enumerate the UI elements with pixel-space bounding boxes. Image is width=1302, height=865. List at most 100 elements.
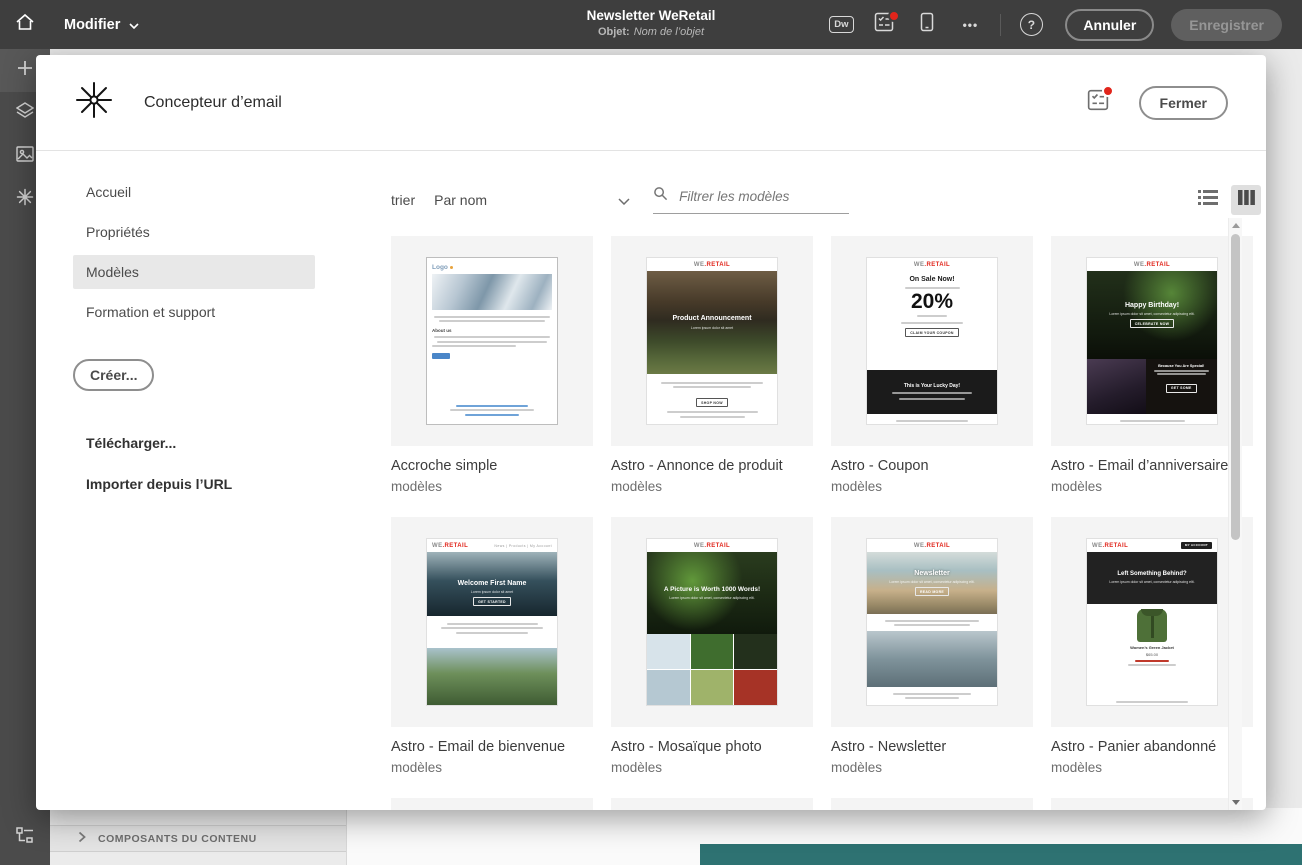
template-thumbnail: WE .RETAIL Product Announcement Lorem ips… xyxy=(611,236,813,446)
create-button[interactable]: Créer... xyxy=(73,359,155,391)
filter-input[interactable] xyxy=(677,187,850,205)
template-name: Astro - Coupon xyxy=(831,458,929,474)
templates-toolbar: trier Par nom xyxy=(391,184,1261,216)
template-name: Astro - Mosaïque photo xyxy=(611,739,762,755)
template-card-mosaique[interactable]: WE .RETAIL A Picture is Worth 1000 Words!… xyxy=(611,517,813,775)
templates-grid: Logo About us Accroche simple modèles WE… xyxy=(391,236,1266,810)
template-card-partial[interactable] xyxy=(1051,798,1253,810)
thumb-photo xyxy=(427,648,557,705)
sidebar-item-formation[interactable]: Formation et support xyxy=(73,295,315,329)
mobile-preview-button[interactable] xyxy=(914,12,940,38)
email-designer-modal: Concepteur d’email Fermer Accueil Propri… xyxy=(36,55,1266,810)
sidebar-links: Télécharger... Importer depuis l’URL xyxy=(86,435,355,492)
template-thumbnail: WE .RETAIL A Picture is Worth 1000 Words!… xyxy=(611,517,813,727)
template-type: modèles xyxy=(1051,479,1103,494)
text-lines xyxy=(647,381,777,388)
template-card-anniversaire[interactable]: WE .RETAIL Happy Birthday! Lorem ipsum do… xyxy=(1051,236,1253,494)
help-button[interactable]: ? xyxy=(1018,12,1044,38)
checklist-button[interactable] xyxy=(871,9,901,38)
text-lines xyxy=(867,414,997,424)
template-name: Accroche simple xyxy=(391,458,498,474)
email-footer-strip xyxy=(700,844,1302,865)
image-icon xyxy=(16,146,34,167)
modal-checklist-button[interactable] xyxy=(1087,85,1114,116)
text-lines xyxy=(432,313,552,325)
code-editor-button[interactable]: Dw xyxy=(828,12,854,38)
template-type: modèles xyxy=(611,479,663,494)
template-name: Astro - Email de bienvenue xyxy=(391,739,566,755)
template-name: Astro - Annonce de produit xyxy=(611,458,783,474)
thumb-photo: Product Announcement Lorem ipsum dolor s… xyxy=(647,271,777,374)
help-icon: ? xyxy=(1019,13,1043,36)
cancel-button[interactable]: Annuler xyxy=(1065,8,1155,41)
chevron-down-icon xyxy=(129,17,139,33)
scroll-up-arrow-icon[interactable] xyxy=(1231,223,1240,228)
template-card-partial[interactable] xyxy=(611,798,813,810)
template-type: modèles xyxy=(831,479,883,494)
thumb-photo: Happy Birthday! Lorem ipsum dolor sit am… xyxy=(1087,271,1217,359)
modal-header-actions: Fermer xyxy=(1087,85,1228,120)
dreamweaver-icon: Dw xyxy=(829,15,854,34)
plus-icon xyxy=(17,60,33,81)
sort-select[interactable]: Par nom xyxy=(434,192,630,208)
sidebar-item-accueil[interactable]: Accueil xyxy=(73,175,315,209)
sort-value: Par nom xyxy=(434,192,488,208)
components-label: COMPOSANTS DU CONTENU xyxy=(98,832,257,845)
template-card-coupon[interactable]: WE .RETAIL On Sale Now! 20% CLAIM YOUR CO… xyxy=(831,236,1033,494)
modal-header: Concepteur d’email Fermer xyxy=(36,55,1266,151)
text-lines xyxy=(647,411,777,418)
mode-selector[interactable]: Modifier xyxy=(64,17,139,33)
star-icon xyxy=(16,188,34,211)
content-tree-button[interactable] xyxy=(0,816,50,859)
subject-line: Objet: Nom de l’objet xyxy=(587,26,716,38)
template-thumbnail: WE.RETAIL News | Products | My Account W… xyxy=(391,517,593,727)
content-tree-icon xyxy=(16,827,34,848)
save-button[interactable]: Enregistrer xyxy=(1171,8,1282,41)
grid-view-button[interactable] xyxy=(1231,185,1261,215)
modal-body: Accueil Propriétés Modèles Formation et … xyxy=(36,151,1266,810)
sidebar-item-proprietes[interactable]: Propriétés xyxy=(73,215,315,249)
template-card-annonce-produit[interactable]: WE .RETAIL Product Announcement Lorem ips… xyxy=(611,236,813,494)
template-thumbnail: Logo About us xyxy=(391,236,593,446)
text-lines xyxy=(432,334,552,350)
template-type: modèles xyxy=(1051,760,1103,775)
download-link[interactable]: Télécharger... xyxy=(86,435,355,451)
close-button[interactable]: Fermer xyxy=(1138,85,1228,120)
page-title: Newsletter WeRetail xyxy=(586,8,716,23)
template-card-accroche-simple[interactable]: Logo About us Accroche simple modèles xyxy=(391,236,593,494)
templates-main: trier Par nom Filtrer les modèles Logo A… xyxy=(355,151,1266,810)
template-type: modèles xyxy=(831,760,883,775)
text-lines xyxy=(867,687,997,702)
thumb-photo: A Picture is Worth 1000 Words! Lorem ips… xyxy=(647,552,777,634)
template-card-bienvenue[interactable]: WE.RETAIL News | Products | My Account W… xyxy=(391,517,593,775)
template-type: modèles xyxy=(611,760,663,775)
thumb-photo xyxy=(432,274,552,310)
filter-search xyxy=(653,186,850,214)
scroll-down-arrow-icon[interactable] xyxy=(1231,800,1240,805)
product-image xyxy=(1137,609,1167,642)
templates-scrollbar[interactable] xyxy=(1228,218,1242,810)
import-url-link[interactable]: Importer depuis l’URL xyxy=(86,476,355,492)
chevron-right-icon xyxy=(78,831,86,846)
text-lines xyxy=(867,614,997,631)
template-card-partial[interactable] xyxy=(391,798,593,810)
list-view-button[interactable] xyxy=(1193,185,1223,215)
text-lines xyxy=(427,616,557,648)
template-thumbnail: WE.RETAIL MY ACCOUNT Left Something Behi… xyxy=(1051,517,1253,727)
text-lines xyxy=(432,402,552,419)
text-lines xyxy=(1087,695,1217,705)
template-card-partial[interactable] xyxy=(831,798,1033,810)
top-bar-actions: Dw ••• ? Annuler Enregistrer xyxy=(828,8,1302,41)
template-card-panier-abandonne[interactable]: WE.RETAIL MY ACCOUNT Left Something Behi… xyxy=(1051,517,1253,775)
home-button[interactable] xyxy=(0,0,50,49)
content-components-accordion[interactable]: COMPOSANTS DU CONTENU xyxy=(50,825,346,852)
photo-mosaic xyxy=(647,634,777,705)
template-thumbnail: WE .RETAIL Happy Birthday! Lorem ipsum do… xyxy=(1051,236,1253,446)
view-switcher xyxy=(1193,185,1261,215)
template-name: Astro - Panier abandonné xyxy=(1051,739,1217,755)
scrollbar-thumb[interactable] xyxy=(1231,234,1240,540)
top-bar: Modifier Newsletter WeRetail Objet: Nom d… xyxy=(0,0,1302,49)
sidebar-item-modeles[interactable]: Modèles xyxy=(73,255,315,289)
more-actions-button[interactable]: ••• xyxy=(957,12,983,38)
template-card-newsletter[interactable]: WE .RETAIL Newsletter Lorem ipsum dolor s… xyxy=(831,517,1033,775)
